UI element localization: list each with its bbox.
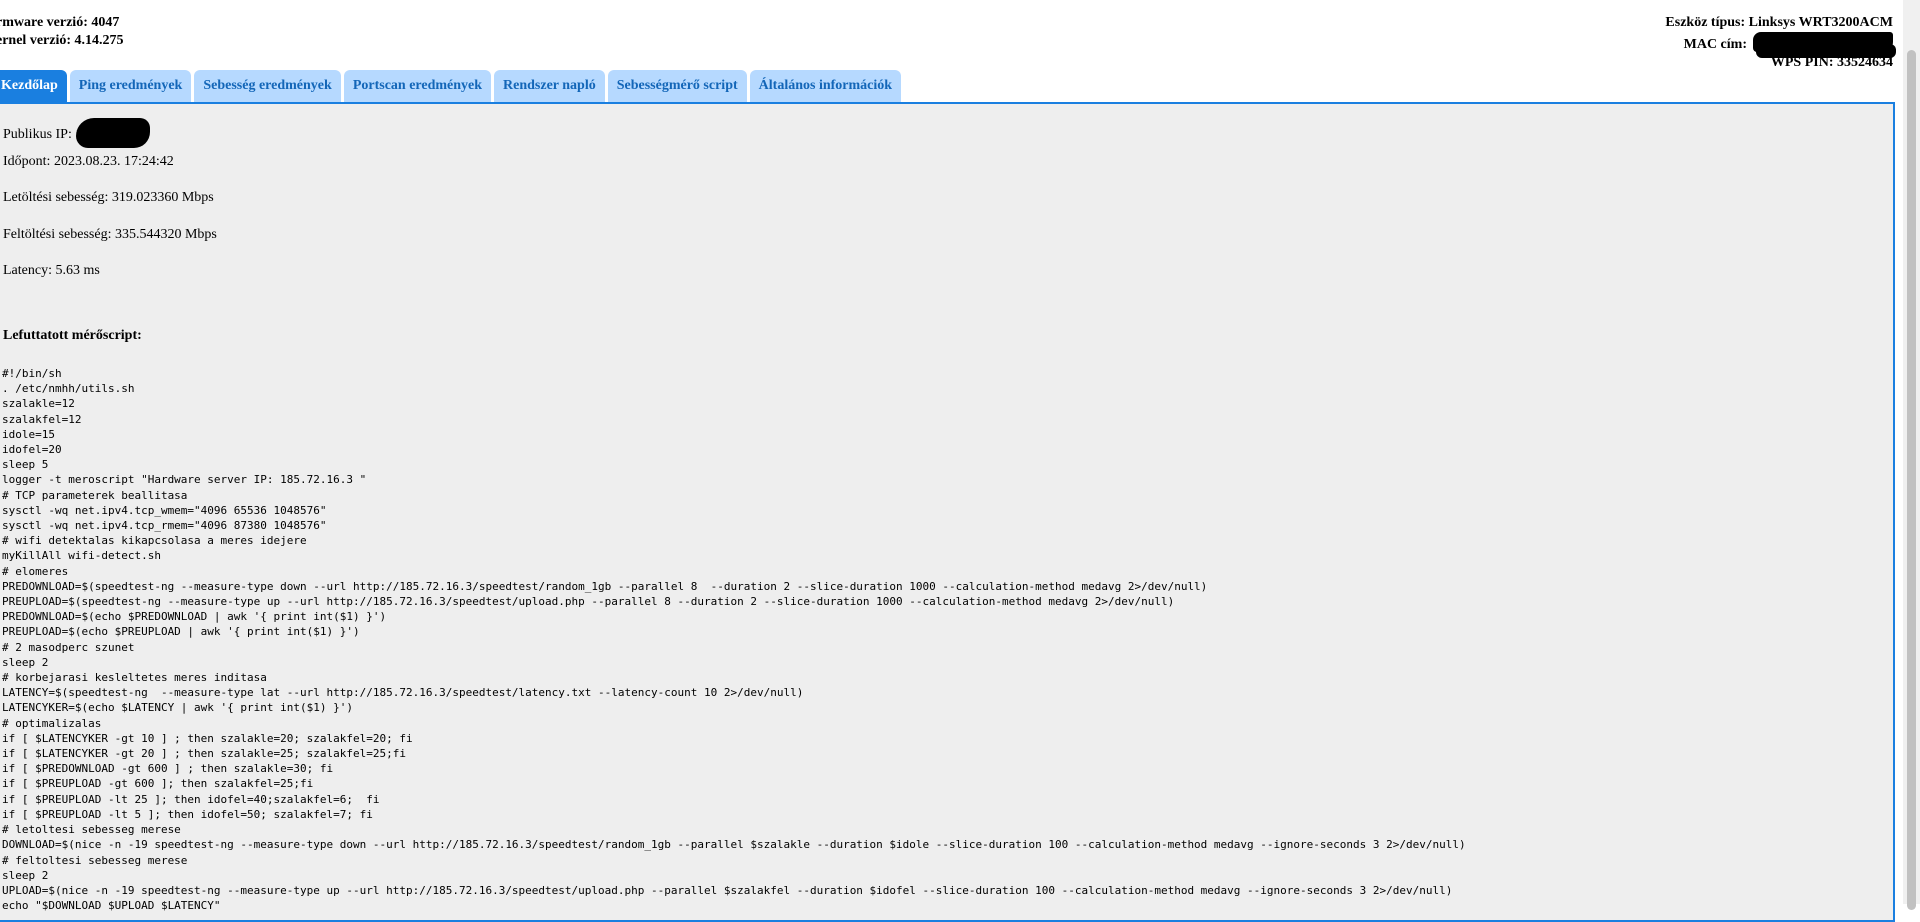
content-panel: Publikus IP: 1 Időpont: 2023.08.23. 17:2… <box>0 102 1895 922</box>
mac-label: MAC cím: <box>1683 37 1747 52</box>
public-ip-row: Publikus IP: 1 <box>3 118 151 148</box>
tab-portscan-results[interactable]: Portscan eredmények <box>343 70 492 102</box>
tab-speedtest-script[interactable]: Sebességmérő script <box>607 70 747 102</box>
script-code: #!/bin/sh . /etc/nmhh/utils.sh szalakle=… <box>2 367 1466 913</box>
script-title: Lefuttatott mérőscript: <box>3 328 142 343</box>
public-ip: Publikus IP: 1 <box>3 127 83 142</box>
wps-row: WPS PIN: 33524634 <box>1665 44 1896 72</box>
device-info: Eszköz típus: Linksys WRT3200ACM MAC cím… <box>1665 14 1896 72</box>
scrollbar-thumb[interactable] <box>1907 50 1916 910</box>
tab-kezdolap[interactable]: Kezdőlap <box>0 70 67 102</box>
download-speed: Letöltési sebesség: 319.023360 Mbps <box>3 190 214 205</box>
kernel-version: ernel verzió: 4.14.275 <box>0 33 124 48</box>
timestamp: Időpont: 2023.08.23. 17:24:42 <box>3 154 174 169</box>
latency: Latency: 5.63 ms <box>3 263 100 278</box>
page-scrollbar[interactable] <box>1903 0 1920 910</box>
tab-ping-results[interactable]: Ping eredmények <box>69 70 192 102</box>
firmware-version: rmware verzió: 4047 <box>0 15 120 30</box>
tab-speed-results[interactable]: Sebesség eredmények <box>194 70 341 102</box>
firmware-info: rmware verzió: 4047 ernel verzió: 4.14.2… <box>0 14 124 50</box>
wps-redaction <box>1756 44 1896 58</box>
tab-bar: Kezdőlap Ping eredmények Sebesség eredmé… <box>0 70 904 102</box>
upload-speed: Feltöltési sebesség: 335.544320 Mbps <box>3 227 217 242</box>
tab-system-log[interactable]: Rendszer napló <box>494 70 605 102</box>
tab-general-info[interactable]: Általános információk <box>749 70 902 102</box>
ip-redaction <box>76 118 151 148</box>
device-type: Eszköz típus: Linksys WRT3200ACM <box>1665 15 1893 30</box>
